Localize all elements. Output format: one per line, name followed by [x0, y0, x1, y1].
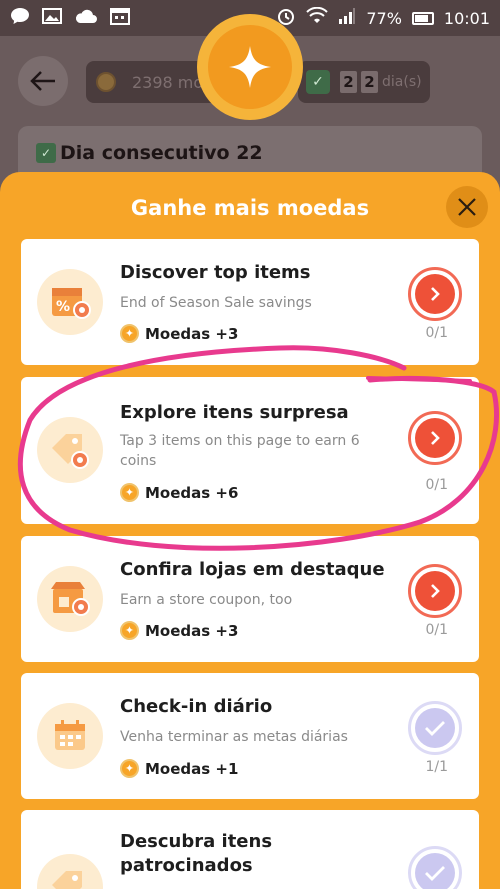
days-label: dia(s) — [382, 74, 422, 90]
tag-icon — [37, 417, 103, 483]
clock-time: 10:01 — [443, 8, 490, 28]
wifi-icon — [306, 6, 329, 29]
coin-icon: ✦ — [120, 759, 139, 778]
day-digit: 2 — [340, 71, 357, 93]
earn-coins-sheet: Ganhe mais moedas % Discover top items E… — [0, 172, 500, 889]
task-description: Earn a store coupon, too — [120, 592, 293, 608]
chat-bubble-icon — [10, 7, 30, 29]
task-progress: 1/1 — [425, 759, 448, 775]
streak-title: Dia consecutivo 22 — [60, 142, 263, 164]
battery-percent: 77% — [366, 8, 402, 28]
task-card[interactable]: Confira lojas em destaque Earn a store c… — [21, 536, 479, 662]
chevron-right-icon — [431, 431, 440, 445]
task-description: Tap 3 items on this page to earn 6 coins — [120, 433, 360, 469]
day-digit: 2 — [361, 71, 378, 93]
task-card[interactable]: Explore itens surpresa Tap 3 items on th… — [21, 377, 479, 524]
completed-check — [408, 846, 462, 889]
coin-icon: ✦ — [120, 621, 139, 640]
task-card[interactable]: Descubra itens patrocinados — [21, 810, 479, 889]
task-description: End of Season Sale savings — [120, 295, 312, 311]
task-progress: 0/1 — [425, 325, 448, 341]
sale-tag-icon: % — [37, 269, 103, 335]
coin-icon: ✦ — [120, 324, 139, 343]
completed-check — [408, 701, 462, 755]
image-icon — [42, 7, 62, 29]
check-icon — [425, 721, 445, 736]
task-description: Venha terminar as metas diárias — [120, 729, 348, 745]
task-card[interactable]: % Discover top items End of Season Sale … — [21, 239, 479, 365]
task-reward: ✦ Moedas +6 — [120, 483, 238, 502]
coin-balance-value: 2398 mo — [132, 72, 204, 92]
cloud-icon — [74, 7, 98, 29]
chevron-right-icon — [431, 287, 440, 301]
task-title: Explore itens surpresa — [120, 402, 349, 423]
task-progress: 0/1 — [425, 622, 448, 638]
task-card[interactable]: Check-in diário Venha terminar as metas … — [21, 673, 479, 799]
close-icon — [458, 198, 476, 216]
check-icon — [425, 866, 445, 881]
task-title: Descubra itens patrocinados — [120, 831, 273, 876]
days-counter: ✓ 2 2 dia(s) — [298, 61, 430, 103]
go-button[interactable] — [408, 411, 462, 465]
back-button[interactable] — [18, 56, 68, 106]
task-reward: ✦ Moedas +1 — [120, 759, 238, 778]
coin-icon: ✦ — [120, 483, 139, 502]
task-progress: 0/1 — [425, 477, 448, 493]
task-reward-label: Moedas +3 — [145, 324, 239, 343]
go-button[interactable] — [408, 564, 462, 618]
signal-icon — [338, 7, 356, 29]
tag-icon — [37, 854, 103, 889]
task-reward-label: Moedas +6 — [145, 483, 239, 502]
calendar-check-icon: ✓ — [36, 143, 56, 163]
calendar-icon — [37, 703, 103, 769]
svg-text:%: % — [56, 299, 70, 315]
task-title: Discover top items — [120, 262, 311, 283]
task-title: Check-in diário — [120, 696, 273, 717]
close-button[interactable] — [446, 186, 488, 228]
go-button[interactable] — [408, 267, 462, 321]
task-title: Confira lojas em destaque — [120, 559, 385, 580]
calendar-app-icon — [110, 7, 130, 29]
task-reward-label: Moedas +3 — [145, 621, 239, 640]
task-reward: ✦ Moedas +3 — [120, 324, 238, 343]
coin-icon — [96, 72, 116, 92]
battery-icon — [411, 11, 434, 25]
task-reward: ✦ Moedas +3 — [120, 621, 238, 640]
store-icon — [37, 566, 103, 632]
task-reward-label: Moedas +1 — [145, 759, 239, 778]
calendar-check-icon: ✓ — [306, 70, 330, 94]
back-arrow-icon — [30, 71, 55, 91]
sheet-title: Ganhe mais moedas — [130, 196, 370, 220]
sparkle-badge — [197, 14, 303, 120]
sparkle-icon — [229, 46, 271, 88]
chevron-right-icon — [431, 584, 440, 598]
